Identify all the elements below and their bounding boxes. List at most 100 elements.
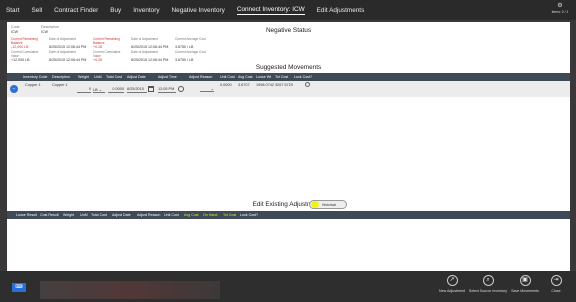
user-menu[interactable]: ⚙ Items: 0 / 1 — [550, 3, 570, 17]
cumulative-value-2: +0.28 — [93, 58, 103, 62]
close-icon: ⇥ — [550, 275, 562, 286]
col-total-cost[interactable]: Total Cost — [91, 213, 107, 217]
adjust-date-label: Date of Adjustment — [49, 37, 76, 41]
col-adjust-time[interactable]: Adjust Time — [158, 75, 177, 79]
close-label: Close — [551, 289, 561, 293]
col-on-hand[interactable]: On Hand — [203, 213, 217, 217]
chevron-down-icon: ⌄ — [98, 88, 102, 92]
clock-icon[interactable] — [178, 86, 184, 92]
edit-adjustments-title: Edit Existing Adjustments — [252, 201, 325, 208]
nav-negative-inventory[interactable]: Negative Inventory — [166, 0, 231, 20]
summary-details: Current Remaining Balance Date of Adjust… — [11, 37, 271, 62]
nav-sell[interactable]: Sell — [26, 0, 49, 20]
row-loose-wt: 1998.0742 — [256, 83, 274, 87]
total-cost-input[interactable]: 0.0000 — [108, 87, 124, 93]
minus-icon[interactable]: − — [10, 85, 18, 93]
adjust-date-value: 8/25/2015 12:06:44 PM — [49, 45, 87, 49]
adjust-date-value-2: 8/25/2015 12:06:44 PM — [131, 45, 169, 49]
remaining-balance-label-2: Current Remaining Balance — [93, 37, 120, 45]
row-unit-cost: 0.0000 — [220, 83, 232, 87]
cumulative-value-label: Current Cumulative Value — [11, 50, 39, 58]
avg-cost-value: 3.6750 / LB — [175, 45, 194, 49]
col-avg-cost[interactable]: Avg Cost — [184, 213, 199, 217]
new-adjustment-label: New Adjustment — [439, 289, 465, 293]
edit-table-header: Loose Result Cost Result Weight UoM Tota… — [7, 211, 570, 219]
col-adjust-reason[interactable]: Adjust Reason — [189, 75, 212, 79]
avg-cost-label-2: Current Average Cost — [175, 50, 206, 54]
select-source-inventory-button[interactable]: ⌕ Select Source Inventory — [468, 275, 508, 293]
new-adjustment-button[interactable]: ↗ New Adjustment — [432, 275, 472, 293]
suggested-table-header: Inventory Code Description Weight UoM To… — [7, 73, 570, 81]
adjust-date-value-3: 8/25/2015 12:06:44 PM — [49, 58, 87, 62]
adjust-reason-select[interactable]: ⌄ — [200, 86, 214, 92]
col-loose-wt[interactable]: Loose Wt — [256, 75, 271, 79]
user-menu-label: Items: 0 / 1 — [551, 10, 569, 14]
col-unit-cost[interactable]: Unit Cost — [220, 75, 235, 79]
adjust-time-value: 12:05 PM — [158, 87, 175, 91]
col-tot-cost[interactable]: Tot Cost — [275, 75, 288, 79]
row-tot-cost: 3267.5729 — [275, 83, 293, 87]
remaining-balance-value: -12,000 LB — [11, 45, 29, 49]
col-uom[interactable]: UoM — [94, 75, 102, 79]
suggested-movements-title: Suggested Movements — [255, 64, 322, 71]
adjust-date-input[interactable]: 8/25/2015 — [127, 87, 147, 93]
col-tot-cost[interactable]: Tot Cost — [223, 213, 236, 217]
chevron-down-icon: ⌄ — [210, 86, 214, 91]
col-adjust-reason[interactable]: Adjust Reason — [137, 213, 160, 217]
avg-cost-value-2: 3.6750 / LB — [175, 58, 194, 62]
background-banner — [40, 281, 220, 299]
avg-cost-label: Current Average Cost — [175, 37, 206, 41]
calendar-icon[interactable] — [148, 86, 154, 92]
adjust-time-input[interactable]: 12:05 PM — [158, 87, 176, 93]
col-lock-cost[interactable]: Lock Cost? — [294, 75, 312, 79]
historical-toggle[interactable]: Historical — [309, 200, 347, 209]
keyboard-icon[interactable]: ⌨ — [12, 283, 26, 292]
adjust-date-label-4: Date of Adjustment — [131, 50, 158, 54]
search-icon: ⌕ — [482, 275, 494, 286]
save-icon: ▣ — [519, 275, 531, 286]
toggle-label: Historical — [322, 203, 336, 207]
weight-value: 0 — [88, 87, 91, 91]
table-row[interactable]: − Copper 1 Copper 1 0 LB ⌄ 0.0000 8/25/2… — [7, 81, 570, 97]
col-uom[interactable]: UoM — [80, 213, 88, 217]
cumulative-value-label-2: Current Cumulative Value — [93, 50, 121, 58]
col-avg-cost[interactable]: Avg Cost — [238, 75, 253, 79]
col-cost-result[interactable]: Cost Result — [40, 213, 59, 217]
adjust-date-value: 8/25/2015 — [127, 87, 144, 91]
total-cost-value: 0.0000 — [112, 87, 124, 91]
col-adjust-date[interactable]: Adjust Date — [127, 75, 146, 79]
select-source-label: Select Source Inventory — [468, 289, 508, 293]
col-adjust-date[interactable]: Adjust Date — [112, 213, 131, 217]
col-unit-cost[interactable]: Unit Cost — [164, 213, 179, 217]
cumulative-value: +12,000 LB — [11, 58, 30, 62]
top-nav: Start Sell Contract Finder Buy Inventory… — [0, 0, 576, 20]
col-lock-cost[interactable]: Lock Cost? — [240, 213, 258, 217]
row-code: Copper 1 — [25, 83, 41, 87]
weight-input[interactable]: 0 — [77, 87, 91, 93]
nav-start[interactable]: Start — [0, 0, 26, 20]
main-panel: Code Description ICW ICW Current Remaini… — [7, 22, 570, 271]
negative-status-title: Negative Status — [265, 27, 312, 34]
user-icon: ⚙ — [557, 3, 563, 9]
col-total-cost[interactable]: Total Cost — [106, 75, 122, 79]
col-description[interactable]: Description — [52, 75, 70, 79]
uom-select[interactable]: LB ⌄ — [93, 87, 105, 93]
bottom-app-bar: ⌨ ↗ New Adjustment ⌕ Select Source Inven… — [0, 271, 576, 302]
close-button[interactable]: ⇥ Close — [536, 275, 576, 293]
nav-contract-finder[interactable]: Contract Finder — [48, 0, 104, 20]
nav-inventory[interactable]: Inventory — [127, 0, 165, 20]
nav-edit-adjustments[interactable]: Edit Adjustments — [311, 0, 371, 20]
uom-value: LB — [93, 88, 98, 92]
adjust-date-label-2: Date of Adjustment — [131, 37, 158, 41]
col-loose-result[interactable]: Loose Result — [16, 213, 37, 217]
col-inventory-code[interactable]: Inventory Code — [23, 75, 47, 79]
remaining-balance-label: Current Remaining Balance — [11, 37, 38, 45]
col-weight[interactable]: Weight — [63, 213, 74, 217]
lock-cost-radio[interactable] — [305, 82, 310, 87]
col-weight[interactable]: Weight — [78, 75, 89, 79]
adjust-date-label-3: Date of Adjustment — [49, 50, 76, 54]
nav-connect-inventory[interactable]: Connect Inventory: ICW — [231, 0, 311, 20]
row-avg-cost: 3.6707 — [238, 83, 250, 87]
row-description: Copper 1 — [52, 83, 68, 87]
nav-buy[interactable]: Buy — [104, 0, 127, 20]
